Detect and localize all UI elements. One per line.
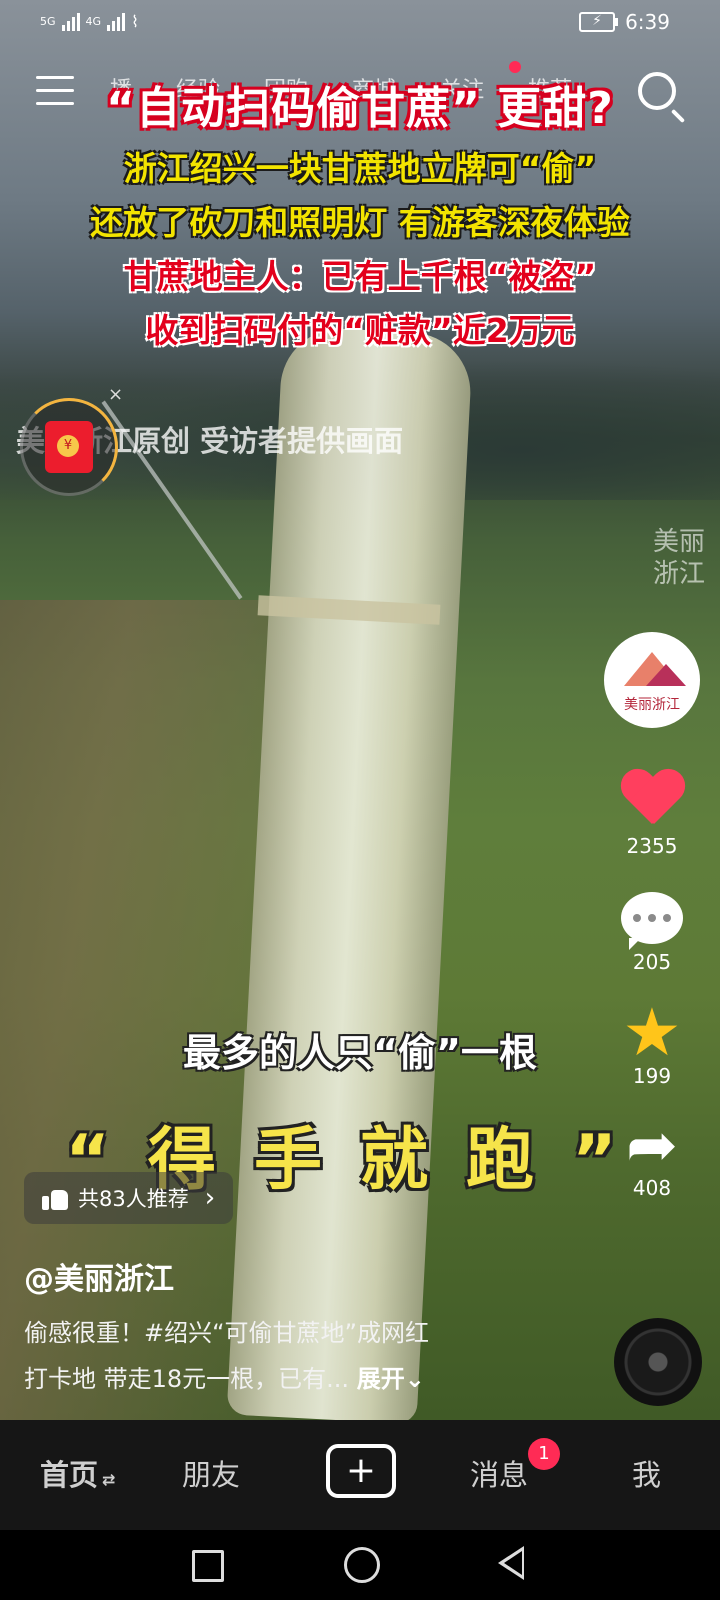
- headline-line-2: 还放了砍刀和照明灯 有游客深夜体验: [90, 203, 630, 242]
- recommend-pill[interactable]: 共83人推荐 ›: [24, 1172, 234, 1224]
- network-5g: 5G: [40, 15, 56, 28]
- coin-icon: ¥: [57, 435, 79, 457]
- red-envelope-icon: ¥: [45, 421, 93, 473]
- tab-messages[interactable]: 消息: [470, 1452, 528, 1494]
- comment-action[interactable]: 205: [602, 892, 702, 974]
- tab-friends[interactable]: 朋友: [182, 1452, 240, 1494]
- description-line-1: 偷感很重！#绍兴“可偷甘蔗地”成网红: [24, 1319, 429, 1347]
- comment-count: 205: [632, 950, 672, 974]
- bottom-tab-bar: 首页 ⇄ 朋友 + 消息 1 我: [0, 1420, 720, 1530]
- video-headline: “自动扫码偷甘蔗” 更甜? 浙江绍兴一块甘蔗地立牌可“偷” 还放了砍刀和照明灯 …: [0, 72, 720, 352]
- system-nav-bar: [0, 1530, 720, 1600]
- signal-indicators: 5G 4G ⌇: [40, 12, 139, 31]
- tab-me[interactable]: 我: [632, 1452, 661, 1494]
- chevron-right-icon: ›: [204, 1183, 216, 1213]
- description-line-2: 打卡地 带走18元一根，已有...: [24, 1365, 350, 1393]
- messages-badge: 1: [528, 1438, 560, 1470]
- signal-icon-2: [107, 12, 126, 31]
- signal-icon: [61, 12, 80, 31]
- clock: 6:39: [625, 10, 670, 34]
- create-post-button[interactable]: +: [326, 1444, 396, 1498]
- headline-title: “自动扫码偷甘蔗” 更甜?: [106, 83, 614, 134]
- video-caption-top: 最多的人只“偷”一根: [183, 1031, 537, 1075]
- music-disc-icon[interactable]: [614, 1318, 702, 1406]
- video-watermark: 美丽浙江: [652, 527, 705, 589]
- headline-line-3: 甘蔗地主人：已有上千根“被盗”: [123, 257, 597, 296]
- avatar-mountain-graphic-2: [646, 664, 686, 686]
- post-description: 偷感很重！#绍兴“可偷甘蔗地”成网红 打卡地 带走18元一根，已有... 展开⌄: [24, 1310, 564, 1402]
- red-packet-widget[interactable]: ¥: [20, 398, 118, 496]
- creator-avatar[interactable]: 美丽浙江: [604, 632, 700, 728]
- home-icon[interactable]: [344, 1547, 380, 1583]
- like-action[interactable]: 2355: [602, 770, 702, 858]
- tab-home[interactable]: 首页 ⇄: [40, 1452, 115, 1494]
- status-bar: 5G 4G ⌇ ⚡ 6:39: [0, 0, 720, 52]
- headline-line-4: 收到扫码付的“赃款”近2万元: [145, 311, 575, 350]
- back-icon[interactable]: [498, 1546, 524, 1580]
- wifi-icon: ⌇: [131, 12, 139, 31]
- tab-home-label: 首页: [40, 1458, 99, 1492]
- recent-apps-icon[interactable]: [192, 1550, 224, 1582]
- red-packet-close-icon[interactable]: ×: [108, 384, 123, 405]
- avatar-text: 美丽浙江: [624, 697, 680, 713]
- thumbs-up-icon: [42, 1186, 68, 1210]
- heart-icon[interactable]: [620, 770, 684, 828]
- battery-icon: ⚡: [579, 12, 619, 32]
- switch-icon: ⇄: [102, 1470, 116, 1489]
- like-count: 2355: [626, 834, 678, 858]
- expand-button[interactable]: 展开⌄: [357, 1365, 425, 1393]
- author-name[interactable]: @美丽浙江: [24, 1254, 174, 1298]
- comment-icon[interactable]: [621, 892, 683, 950]
- headline-line-1: 浙江绍兴一块甘蔗地立牌可“偷”: [123, 149, 597, 188]
- recommend-label: 共83人推荐: [78, 1187, 189, 1211]
- network-4g: 4G: [85, 15, 102, 28]
